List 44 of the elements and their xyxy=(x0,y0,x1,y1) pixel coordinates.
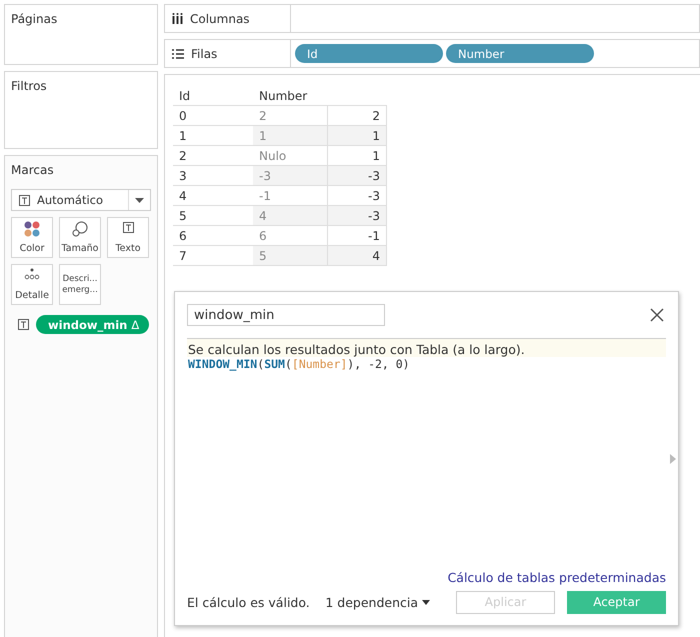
name-field[interactable]: window_min xyxy=(187,304,385,326)
mark-card[interactable]: Descri... emerg... xyxy=(59,264,101,305)
table-cell: 1 xyxy=(253,126,328,146)
table-cell: 0 xyxy=(173,106,253,126)
mark-card[interactable]: Color xyxy=(11,217,53,258)
detail-dots-icon xyxy=(24,268,40,280)
table-cell: 1 xyxy=(328,126,386,146)
caret-icon xyxy=(422,600,430,604)
mark-card[interactable]: Detalle xyxy=(11,264,53,305)
mark-type-dropdown[interactable]: Automático xyxy=(11,189,151,211)
table-cell: 4 xyxy=(328,246,386,266)
panel-title: Páginas xyxy=(11,12,58,26)
color-dots-icon xyxy=(24,221,40,237)
expand-arrow-icon xyxy=(670,454,676,464)
table-cell: -3 xyxy=(328,166,386,186)
table-cell: 4 xyxy=(253,206,328,226)
table-cell: 6 xyxy=(173,226,253,246)
table-cell: -3 xyxy=(328,206,386,226)
text-icon xyxy=(122,221,134,234)
text-icon xyxy=(18,194,31,206)
close-icon[interactable] xyxy=(650,308,664,322)
info-message: Se calculan los resultados junto con Tabla (a lo largo). xyxy=(187,339,666,357)
columns-icon xyxy=(172,13,183,24)
dependencies-dropdown[interactable]: 1 dependencia xyxy=(325,594,430,610)
mark-card[interactable]: Tamaño xyxy=(59,217,101,258)
panel-title: Filtros xyxy=(11,79,47,93)
shelf-label: Filas xyxy=(165,40,291,67)
table-cell: 2 xyxy=(173,146,253,166)
table-cell: 5 xyxy=(253,246,328,266)
table-cell: 4 xyxy=(173,186,253,206)
validity-status: El cálculo es válido. xyxy=(187,594,311,610)
default-table-calculation-link[interactable]: Cálculo de tablas predeterminadas xyxy=(448,570,666,585)
column-header: Id xyxy=(173,87,253,106)
column-header: Number xyxy=(253,87,328,106)
caret-icon xyxy=(135,198,144,202)
formula-text: WINDOW_MIN(SUM([Number]), -2, 0) xyxy=(187,357,411,371)
table-cell: -3 xyxy=(253,166,328,186)
formula-editor[interactable]: Se calculan los resultados junto con Tabla (a lo largo). WINDOW_MIN(SUM([Number]), -2, 0) xyxy=(187,338,666,570)
shelf-label: Columnas xyxy=(165,5,291,32)
rows-icon xyxy=(172,48,184,58)
mark-card[interactable]: Texto xyxy=(107,217,149,258)
panel-title: Marcas xyxy=(11,163,54,177)
size-circles-icon xyxy=(72,221,88,237)
text-icon xyxy=(17,318,30,331)
